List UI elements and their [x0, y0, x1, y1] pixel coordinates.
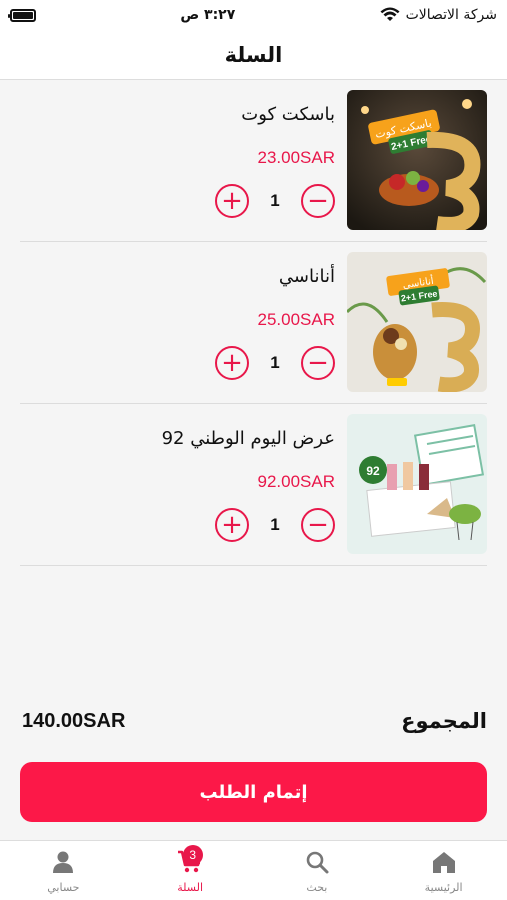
item-price: 25.00SAR [257, 310, 336, 329]
tab-search[interactable]: بحث [254, 841, 381, 900]
home-icon [432, 852, 455, 873]
minus-icon: − [307, 510, 329, 540]
svg-text:92: 92 [366, 464, 380, 478]
cart-item: باسكت كوت 2+1 Free باسكت كوت 23.00SAR + … [20, 80, 487, 242]
search-icon [306, 851, 329, 874]
item-name: عرض اليوم الوطني 92 [161, 428, 335, 449]
product-image[interactable]: 92 [347, 414, 487, 554]
status-bar: ٣:٢٧ ص شركة الاتصالات [0, 0, 507, 30]
plus-icon: + [221, 348, 243, 378]
cart-item: 92 عرض اليوم الوطني 92 92.00SAR + 1 − [20, 404, 487, 566]
plus-icon: + [221, 510, 243, 540]
product-image-art: 92 [347, 414, 487, 554]
product-image-art: باسكت كوت 2+1 Free [347, 90, 487, 230]
product-image[interactable]: أناناسي 2+1 Free [347, 252, 487, 392]
carrier-group: شركة الاتصالات [380, 7, 497, 23]
tab-label: السلة [177, 881, 203, 894]
tab-label: حسابي [47, 881, 80, 894]
increase-button[interactable]: + [215, 184, 249, 218]
checkout-label: إتمام الطلب [199, 781, 308, 803]
decrease-button[interactable]: − [301, 184, 335, 218]
tab-bar: حسابي 3 السلة بحث الرئيسية [0, 840, 507, 900]
item-price: 23.00SAR [257, 148, 336, 167]
item-price: 92.00SAR [257, 472, 336, 491]
tab-label: بحث [306, 881, 328, 894]
battery-icon [8, 8, 36, 22]
decrease-button[interactable]: − [301, 346, 335, 380]
cart-count-badge: 3 [182, 845, 203, 865]
product-image[interactable]: باسكت كوت 2+1 Free [347, 90, 487, 230]
item-name: باسكت كوت [241, 104, 335, 125]
tab-home[interactable]: الرئيسية [380, 841, 507, 900]
minus-icon: − [307, 186, 329, 216]
increase-button[interactable]: + [215, 346, 249, 380]
quantity-stepper: + 1 − [215, 346, 335, 380]
quantity-stepper: + 1 − [215, 184, 335, 218]
quantity-value: 1 [270, 515, 280, 534]
total-amount: 140.00SAR [22, 709, 126, 732]
tab-account[interactable]: حسابي [0, 841, 127, 900]
minus-icon: − [307, 348, 329, 378]
checkout-button[interactable]: إتمام الطلب [20, 762, 487, 822]
person-icon [53, 851, 74, 873]
quantity-value: 1 [270, 191, 280, 210]
carrier-name: شركة الاتصالات [405, 7, 497, 23]
total-row: 140.00SAR المجموع [22, 703, 487, 739]
cart-item: أناناسي 2+1 Free أناناسي 25.00SAR + 1 − [20, 242, 487, 404]
product-image-art: أناناسي 2+1 Free [347, 252, 487, 392]
page-header: السلة [0, 30, 507, 80]
tab-label: الرئيسية [424, 881, 463, 894]
wifi-icon [380, 7, 400, 21]
item-name: أناناسي [278, 266, 335, 287]
decrease-button[interactable]: − [301, 508, 335, 542]
quantity-value: 1 [270, 353, 280, 372]
status-time: ٣:٢٧ ص [180, 7, 236, 23]
total-label: المجموع [401, 709, 487, 733]
page-title: السلة [224, 42, 283, 67]
plus-icon: + [221, 186, 243, 216]
cart-list: باسكت كوت 2+1 Free باسكت كوت 23.00SAR + … [0, 80, 507, 566]
tab-cart[interactable]: 3 السلة [127, 841, 254, 900]
increase-button[interactable]: + [215, 508, 249, 542]
quantity-stepper: + 1 − [215, 508, 335, 542]
